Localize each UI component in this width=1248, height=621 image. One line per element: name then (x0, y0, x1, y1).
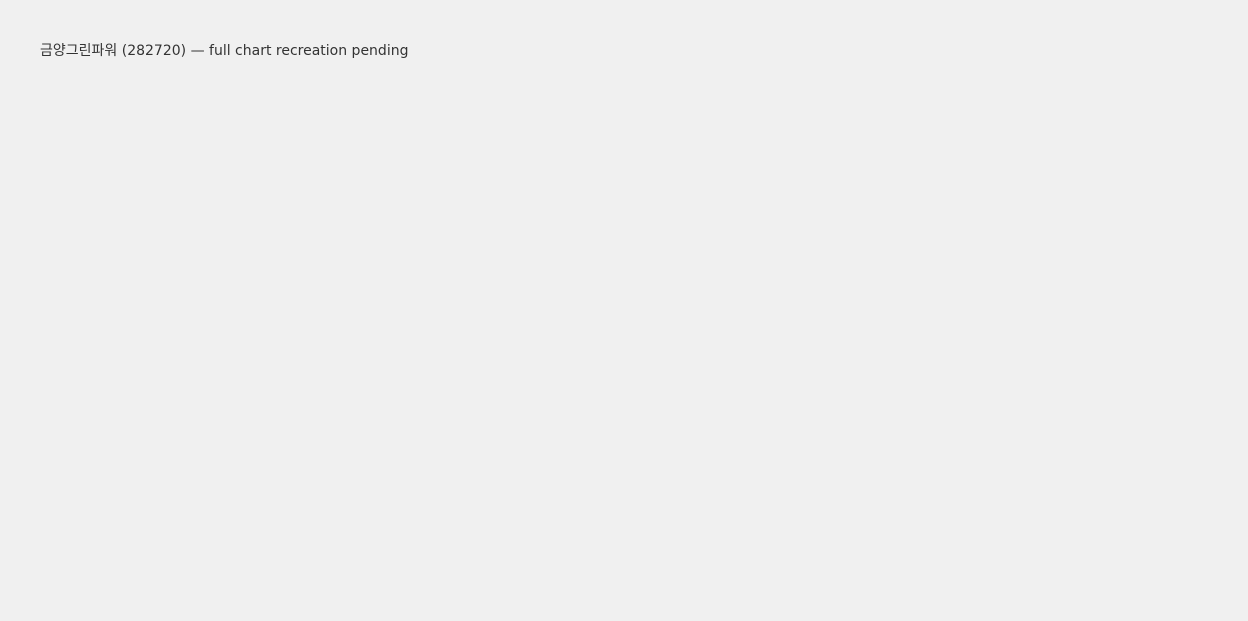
pending-note: 금양그린파워 (282720) — full chart recreation … (40, 43, 409, 59)
stock-name: 금양그린파워 (40, 43, 118, 59)
stock-code: 282720 (127, 43, 181, 59)
